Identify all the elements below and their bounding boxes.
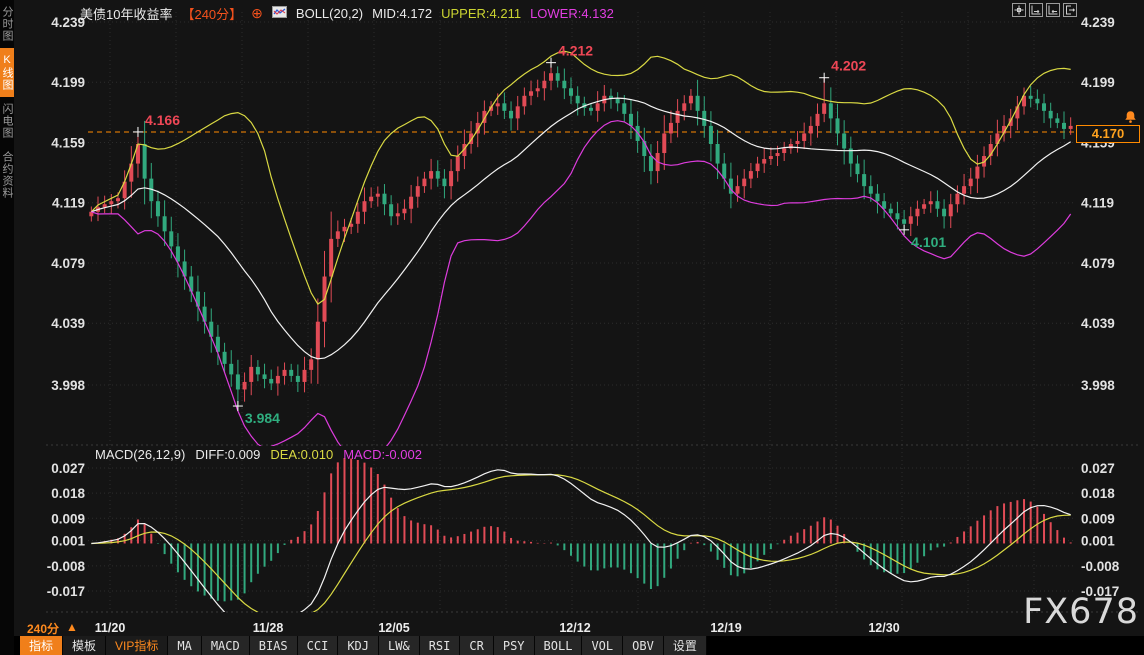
sidebar-tab-分时图[interactable]: 分时图 <box>0 0 14 48</box>
toolbar-button-CR[interactable]: CR <box>460 636 493 655</box>
boll-lower-value: LOWER:4.132 <box>530 6 614 21</box>
macd-diff-value: DIFF:0.009 <box>195 447 260 462</box>
svg-text:4.239: 4.239 <box>1081 15 1115 30</box>
instrument-title: 美债10年收益率 <box>80 4 172 23</box>
svg-text:0.018: 0.018 <box>1081 486 1115 501</box>
sidebar-tab-合约资料[interactable]: 合约资料 <box>0 145 14 205</box>
toolbar-button-VIP指标[interactable]: VIP指标 <box>106 636 168 655</box>
sidebar-tab-闪电图[interactable]: 闪电图 <box>0 97 14 145</box>
date-label: 12/30 <box>868 621 899 635</box>
toolbar-button-PSY[interactable]: PSY <box>494 636 535 655</box>
svg-text:4.119: 4.119 <box>1081 196 1114 211</box>
svg-text:0.018: 0.018 <box>51 486 85 501</box>
period-selector-label: 240分 <box>27 620 59 637</box>
watermark: FX678 <box>1023 592 1139 632</box>
svg-text:0.009: 0.009 <box>51 511 85 526</box>
svg-text:4.101: 4.101 <box>911 234 946 250</box>
sidebar-tab-K线图[interactable]: K线图 <box>0 48 14 97</box>
date-label: 12/12 <box>559 621 590 635</box>
price-panel[interactable]: 4.166 3.984 4.212 4.202 4.101 <box>88 43 1076 462</box>
date-label: 12/05 <box>378 621 409 635</box>
svg-text:4.159: 4.159 <box>51 135 85 150</box>
date-label: 12/19 <box>710 621 741 635</box>
macd-panel[interactable] <box>91 458 1070 629</box>
indicator-toolbar: 指标模板VIP指标MAMACDBIASCCIKDJLW&RSICRPSYBOLL… <box>14 636 1144 655</box>
y-axis-scale-icon[interactable] <box>1046 3 1060 17</box>
svg-text:4.079: 4.079 <box>51 256 85 271</box>
svg-text:4.166: 4.166 <box>145 112 180 128</box>
toolbar-button-BIAS[interactable]: BIAS <box>250 636 298 655</box>
toolbar-button-KDJ[interactable]: KDJ <box>338 636 379 655</box>
toolbar-button-模板[interactable]: 模板 <box>63 636 106 655</box>
svg-text:0.027: 0.027 <box>51 461 85 476</box>
x-axis-scale-icon[interactable] <box>1029 3 1043 17</box>
period-label[interactable]: 【240分】 <box>181 4 242 23</box>
macd-dea-value: DEA:0.010 <box>270 447 333 462</box>
svg-text:0.001: 0.001 <box>51 534 85 549</box>
macd-label: MACD(26,12,9) <box>95 447 185 462</box>
date-label: 11/28 <box>253 621 284 635</box>
toolbar-button-指标[interactable]: 指标 <box>20 636 63 655</box>
toolbar-button-RSI[interactable]: RSI <box>420 636 461 655</box>
macd-header: MACD(26,12,9) DIFF:0.009 DEA:0.010 MACD:… <box>95 447 422 462</box>
pan-icon[interactable] <box>1012 3 1026 17</box>
target-icon[interactable]: ⊕ <box>251 7 263 20</box>
svg-text:0.001: 0.001 <box>1081 534 1115 549</box>
svg-text:0.009: 0.009 <box>1081 511 1115 526</box>
svg-text:3.998: 3.998 <box>1081 378 1115 393</box>
period-selector[interactable]: 240分 ▲ <box>27 620 78 637</box>
svg-text:4.079: 4.079 <box>1081 256 1115 271</box>
svg-text:3.998: 3.998 <box>51 378 85 393</box>
mini-chart-icon[interactable] <box>272 6 287 21</box>
toolbar-button-MA[interactable]: MA <box>168 636 201 655</box>
boll-upper-line <box>91 51 1070 304</box>
toolbar-button-设置[interactable]: 设置 <box>664 636 707 655</box>
toolbar-button-VOL[interactable]: VOL <box>582 636 623 655</box>
toolbar-button-OBV[interactable]: OBV <box>623 636 664 655</box>
grid-layer <box>46 12 1140 612</box>
dropdown-arrow-icon: ▲ <box>66 620 78 637</box>
svg-text:0.027: 0.027 <box>1081 461 1115 476</box>
svg-text:-0.008: -0.008 <box>47 559 86 574</box>
export-icon[interactable] <box>1063 3 1077 17</box>
svg-text:4.119: 4.119 <box>52 196 85 211</box>
boll-upper-value: UPPER:4.211 <box>441 6 521 21</box>
toolbar-button-MACD[interactable]: MACD <box>202 636 250 655</box>
svg-text:4.202: 4.202 <box>831 58 866 74</box>
boll-mid-line <box>91 98 1070 359</box>
bell-icon[interactable] <box>1123 110 1138 124</box>
svg-text:-0.017: -0.017 <box>47 584 85 599</box>
svg-text:4.039: 4.039 <box>51 316 85 331</box>
boll-label: BOLL(20,2) <box>296 6 363 21</box>
kline-chart-canvas[interactable]: 4.1663.9844.2124.2024.1014.2394.2394.199… <box>0 0 1144 655</box>
toolbar-button-BOLL[interactable]: BOLL <box>535 636 583 655</box>
toolbar-button-CCI[interactable]: CCI <box>298 636 339 655</box>
chart-window-controls <box>1012 3 1077 17</box>
svg-text:4.199: 4.199 <box>1081 75 1115 90</box>
toolbar-button-LW&[interactable]: LW& <box>379 636 420 655</box>
svg-text:4.039: 4.039 <box>1081 316 1115 331</box>
chart-type-sidebar: 分时图K线图闪电图合约资料 <box>0 0 14 655</box>
svg-text:-0.008: -0.008 <box>1081 559 1120 574</box>
last-price-box[interactable]: 4.170 <box>1076 125 1140 143</box>
boll-mid-value: MID:4.172 <box>372 6 432 21</box>
svg-text:4.199: 4.199 <box>51 75 85 90</box>
price-header: 美债10年收益率 【240分】 ⊕ BOLL(20,2) MID:4.172 U… <box>80 4 614 23</box>
svg-text:3.984: 3.984 <box>245 410 280 426</box>
date-label: 11/20 <box>95 621 126 635</box>
axis-labels: 4.2394.2394.1994.1994.1594.1594.1194.119… <box>47 15 1120 635</box>
macd-value: MACD:-0.002 <box>343 447 422 462</box>
svg-text:4.212: 4.212 <box>558 43 593 59</box>
